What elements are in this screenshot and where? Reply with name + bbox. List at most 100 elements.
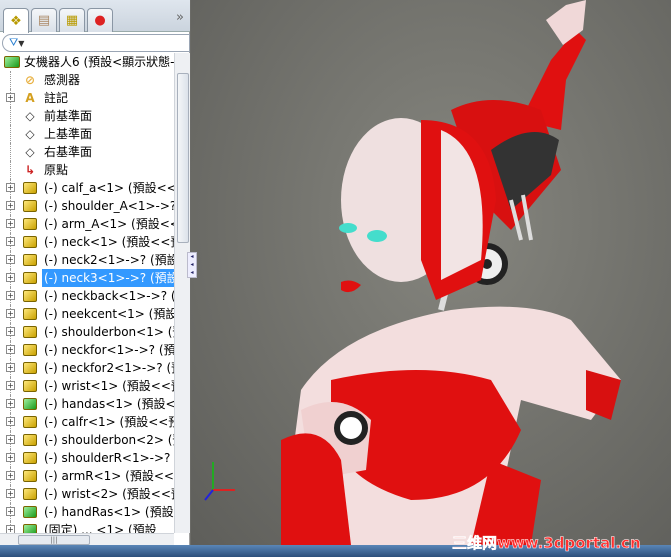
tab-property-manager[interactable]: ▤ (31, 8, 57, 32)
tab-display-manager[interactable]: ● (87, 8, 113, 32)
expand-icon[interactable]: + (6, 201, 15, 210)
tree-component[interactable]: + (-) handRas<1> (預設< (0, 503, 174, 521)
tree-item-label: 右基準面 (44, 145, 93, 159)
expand-icon[interactable]: + (6, 489, 15, 498)
expand-icon[interactable]: + (6, 93, 15, 102)
component-label: (-) shoulder_A<1>->? ( (44, 199, 174, 213)
expand-icon[interactable]: + (6, 219, 15, 228)
expand-icon[interactable]: + (6, 183, 15, 192)
part-icon (22, 468, 38, 484)
tree-component[interactable]: + (-) neck2<1>->? (預設< (0, 251, 174, 269)
collapse-panel-handle[interactable]: ◂ ◂ ◂ (187, 252, 197, 278)
vertical-scrollbar[interactable] (174, 53, 190, 533)
part-icon (22, 486, 38, 502)
expand-icon[interactable]: + (6, 237, 15, 246)
filter-box[interactable]: ⛛▼ (2, 34, 190, 52)
horizontal-scrollbar[interactable]: ||| (0, 533, 174, 545)
tree-component[interactable]: + (-) neekcent<1> (預設< (0, 305, 174, 323)
component-label: (-) calfr<1> (預設<<預 (44, 415, 174, 429)
feature-manager-panel: ❖ ▤ ▦ ● » ⛛▼ 女機器人6 (預設<顯示狀態- ⊘ 感測器 + A 註記 ◇ 前基… (0, 0, 190, 545)
tab-feature-manager[interactable]: ❖ (3, 8, 29, 33)
part-icon (22, 234, 38, 250)
tree-line (10, 161, 11, 179)
tree-item-label: 上基準面 (44, 127, 93, 141)
tree-item[interactable]: + A 註記 (0, 89, 174, 107)
part-icon (22, 180, 38, 196)
tree-component[interactable]: + (-) calf_a<1> (預設<<預 (0, 179, 174, 197)
part-icon (22, 324, 38, 340)
expand-icon[interactable]: + (6, 435, 15, 444)
scroll-thumb[interactable]: ||| (18, 535, 90, 545)
component-label: (-) neck3<1>->? (預設< (42, 269, 174, 287)
expand-icon[interactable]: + (6, 363, 15, 372)
tree-component[interactable]: + (-) handas<1> (預設<顯 (0, 395, 174, 413)
part-icon (22, 378, 38, 394)
part-icon (22, 288, 38, 304)
part-icon (22, 342, 38, 358)
expand-icon[interactable]: + (6, 453, 15, 462)
expand-icon[interactable]: + (6, 507, 15, 516)
tree-item-label: 原點 (44, 163, 69, 177)
tree-item[interactable]: ⊘ 感測器 (0, 71, 174, 89)
tree-item-label: 註記 (44, 91, 69, 105)
tree-item[interactable]: ◇ 上基準面 (0, 125, 174, 143)
expand-icon[interactable]: + (6, 327, 15, 336)
component-label: (-) shoulderR<1>->? (預 (44, 451, 174, 465)
tree-component[interactable]: + (-) wrist<1> (預設<<預 (0, 377, 174, 395)
expand-icon[interactable]: + (6, 525, 15, 533)
tree-line (10, 71, 11, 89)
component-label: (-) wrist<2> (預設<<預 (44, 487, 174, 501)
tree-item[interactable]: ◇ 右基準面 (0, 143, 174, 161)
tree-component[interactable]: + (-) shoulderR<1>->? (預 (0, 449, 174, 467)
assembly-icon: ❖ (10, 13, 22, 29)
tree-component[interactable]: + (-) shoulderbon<1> (預 (0, 323, 174, 341)
tree-item[interactable]: ◇ 前基準面 (0, 107, 174, 125)
component-label: (-) calf_a<1> (預設<<預 (44, 181, 174, 195)
tree-component[interactable]: + (-) neck3<1>->? (預設< (0, 269, 174, 287)
tree-component[interactable]: + (-) armR<1> (預設<<預 (0, 467, 174, 485)
tree-root[interactable]: 女機器人6 (預設<顯示狀態- (0, 53, 174, 71)
tree-component[interactable]: + (固定) ... <1> (預設 (0, 521, 174, 533)
component-label: (-) handas<1> (預設<顯 (44, 397, 174, 411)
expand-icon[interactable]: + (6, 345, 15, 354)
filter-icon: ⛛ (9, 36, 19, 49)
feature-tree: 女機器人6 (預設<顯示狀態- ⊘ 感測器 + A 註記 ◇ 前基準面 ◇ 上基準面 ◇ 右基準面 ↳… (0, 53, 174, 533)
more-tabs-button[interactable]: » (176, 10, 184, 25)
filter-dropdown[interactable]: ▼ (18, 39, 24, 48)
expand-icon[interactable]: + (6, 417, 15, 426)
sensor-folder-icon: ⊘ (24, 73, 36, 87)
tree-component[interactable]: + (-) neckfor<1>->? (預設 (0, 341, 174, 359)
expand-icon[interactable]: + (6, 309, 15, 318)
expand-icon[interactable]: + (6, 471, 15, 480)
tree-component[interactable]: + (-) calfr<1> (預設<<預 (0, 413, 174, 431)
tree-component[interactable]: + (-) neck<1> (預設<<預 (0, 233, 174, 251)
component-label: (-) neckback<1>->? (預 (44, 289, 174, 303)
tree-component[interactable]: + (-) arm_A<1> (預設<<預 (0, 215, 174, 233)
tree-component[interactable]: + (-) shoulderbon<2> (預 (0, 431, 174, 449)
watermark: 三维网www.3dportal.cn (452, 534, 641, 553)
panel-tabs: ❖ ▤ ▦ ● » (0, 0, 190, 33)
expand-icon[interactable]: + (6, 399, 15, 408)
part-icon (22, 216, 38, 232)
tree-component[interactable]: + (-) shoulder_A<1>->? ( (0, 197, 174, 215)
tree-component[interactable]: + (-) wrist<2> (預設<<預 (0, 485, 174, 503)
tree-line (10, 107, 11, 125)
appearance-icon: ● (94, 13, 106, 28)
scroll-thumb[interactable] (177, 73, 189, 243)
config-icon: ▦ (65, 13, 79, 28)
graphics-viewport[interactable] (191, 0, 671, 545)
tree-component[interactable]: + (-) neckback<1>->? (預 (0, 287, 174, 305)
expand-icon[interactable]: + (6, 255, 15, 264)
expand-icon[interactable]: + (6, 381, 15, 390)
component-label: (-) handRas<1> (預設< (44, 505, 174, 519)
part-icon (22, 414, 38, 430)
component-label: (-) neekcent<1> (預設< (44, 307, 174, 321)
tab-configuration-manager[interactable]: ▦ (59, 8, 85, 32)
tree-component[interactable]: + (-) neckfor2<1>->? (預 (0, 359, 174, 377)
property-icon: ▤ (37, 13, 51, 28)
part-icon (22, 270, 38, 286)
expand-icon[interactable]: + (6, 273, 15, 282)
tree-item[interactable]: ↳ 原點 (0, 161, 174, 179)
plane-icon: ◇ (25, 127, 35, 141)
expand-icon[interactable]: + (6, 291, 15, 300)
